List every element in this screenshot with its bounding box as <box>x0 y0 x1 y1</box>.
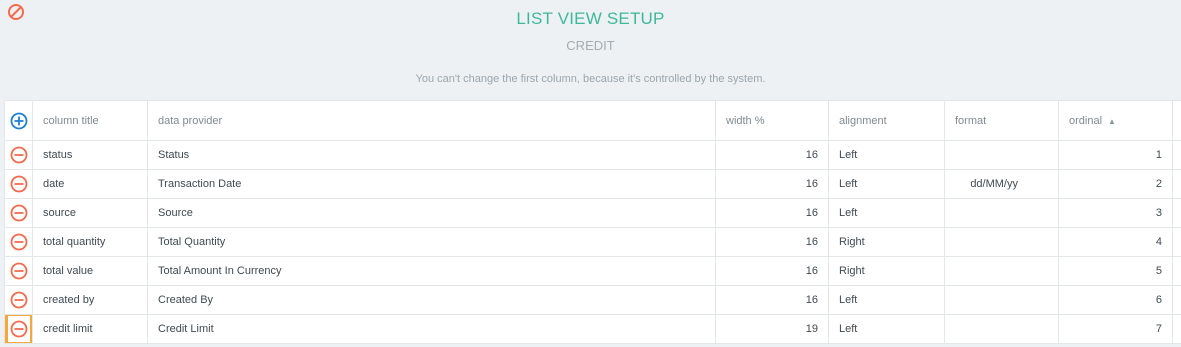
table-row: created by Created By 16 Left 6 <box>4 285 1181 315</box>
header-column-title[interactable]: column title <box>32 100 148 141</box>
cell-width[interactable]: 16 <box>715 140 829 170</box>
cell-alignment[interactable]: Left <box>828 140 945 170</box>
cell-alignment[interactable]: Left <box>828 169 945 199</box>
cell-column-title[interactable]: credit limit <box>32 314 148 344</box>
cell-ordinal[interactable]: 3 <box>1058 198 1173 228</box>
cell-alignment[interactable]: Right <box>828 227 945 257</box>
table-row: date Transaction Date 16 Left dd/MM/yy 2 <box>4 169 1181 199</box>
row-spacer <box>1172 285 1181 315</box>
page-subtitle: CREDIT <box>566 38 615 53</box>
header-alignment[interactable]: alignment <box>828 100 945 141</box>
cell-data-provider[interactable]: Source <box>147 198 716 228</box>
header-spacer <box>1172 100 1181 141</box>
table-row: source Source 16 Left 3 <box>4 198 1181 228</box>
info-text: You can't change the first column, becau… <box>415 73 766 85</box>
remove-row-button[interactable] <box>4 198 33 228</box>
cell-alignment[interactable]: Left <box>828 314 945 344</box>
cell-data-provider[interactable]: Total Quantity <box>147 227 716 257</box>
header-data-provider[interactable]: data provider <box>147 100 716 141</box>
plus-circle-icon[interactable] <box>9 111 29 131</box>
row-spacer <box>1172 256 1181 286</box>
cell-width[interactable]: 16 <box>715 169 829 199</box>
remove-row-button[interactable] <box>4 256 33 286</box>
remove-row-button[interactable] <box>4 169 33 199</box>
table-row: total quantity Total Quantity 16 Right 4 <box>4 227 1181 257</box>
cell-format[interactable] <box>944 198 1059 228</box>
cell-width[interactable]: 16 <box>715 198 829 228</box>
cell-data-provider[interactable]: Transaction Date <box>147 169 716 199</box>
cell-alignment[interactable]: Right <box>828 256 945 286</box>
cell-column-title[interactable]: total value <box>32 256 148 286</box>
cell-data-provider[interactable]: Total Amount In Currency <box>147 256 716 286</box>
row-spacer <box>1172 198 1181 228</box>
minus-circle-icon[interactable] <box>5 315 32 343</box>
table-header-row: column title data provider width % align… <box>4 100 1181 141</box>
cell-ordinal[interactable]: 7 <box>1058 314 1173 344</box>
cell-ordinal[interactable]: 2 <box>1058 169 1173 199</box>
table-row: total value Total Amount In Currency 16 Rig… <box>4 256 1181 286</box>
minus-circle-icon[interactable] <box>8 173 30 195</box>
header-ordinal-label: ordinal <box>1069 114 1103 127</box>
sort-ascending-icon[interactable]: ▲ <box>1108 117 1116 126</box>
cell-column-title[interactable]: created by <box>32 285 148 315</box>
cell-data-provider[interactable]: Created By <box>147 285 716 315</box>
table-row: credit limit Credit Limit 19 Left 7 <box>4 314 1181 344</box>
cell-format[interactable]: dd/MM/yy <box>944 169 1059 199</box>
cell-ordinal[interactable]: 1 <box>1058 140 1173 170</box>
row-spacer <box>1172 169 1181 199</box>
cell-alignment[interactable]: Left <box>828 198 945 228</box>
cell-data-provider[interactable]: Credit Limit <box>147 314 716 344</box>
minus-circle-icon[interactable] <box>8 260 30 282</box>
cell-width[interactable]: 16 <box>715 227 829 257</box>
cell-width[interactable]: 16 <box>715 256 829 286</box>
cell-column-title[interactable]: date <box>32 169 148 199</box>
minus-circle-icon[interactable] <box>8 144 30 166</box>
page-title: LIST VIEW SETUP <box>516 9 665 28</box>
cell-format[interactable] <box>944 227 1059 257</box>
cell-ordinal[interactable]: 5 <box>1058 256 1173 286</box>
row-spacer <box>1172 314 1181 344</box>
header-width[interactable]: width % <box>715 100 829 141</box>
cell-alignment[interactable]: Left <box>828 285 945 315</box>
cell-format[interactable] <box>944 314 1059 344</box>
cell-ordinal[interactable]: 6 <box>1058 285 1173 315</box>
cell-width[interactable]: 16 <box>715 285 829 315</box>
cell-ordinal[interactable]: 4 <box>1058 227 1173 257</box>
cell-column-title[interactable]: total quantity <box>32 227 148 257</box>
remove-row-button[interactable] <box>4 285 33 315</box>
cell-format[interactable] <box>944 285 1059 315</box>
add-column-button[interactable] <box>4 100 33 141</box>
cell-column-title[interactable]: source <box>32 198 148 228</box>
row-spacer <box>1172 140 1181 170</box>
cell-data-provider[interactable]: Status <box>147 140 716 170</box>
minus-circle-icon[interactable] <box>8 202 30 224</box>
remove-row-button[interactable] <box>4 314 33 344</box>
cell-width[interactable]: 19 <box>715 314 829 344</box>
cell-column-title[interactable]: status <box>32 140 148 170</box>
header-format[interactable]: format <box>944 100 1059 141</box>
cell-format[interactable] <box>944 256 1059 286</box>
minus-circle-icon[interactable] <box>8 289 30 311</box>
row-spacer <box>1172 227 1181 257</box>
header-ordinal[interactable]: ordinal ▲ <box>1058 100 1173 141</box>
remove-row-button[interactable] <box>4 227 33 257</box>
columns-table: column title data provider width % align… <box>4 100 1181 344</box>
table-row: status Status 16 Left 1 <box>4 140 1181 170</box>
cell-format[interactable] <box>944 140 1059 170</box>
remove-row-button[interactable] <box>4 140 33 170</box>
minus-circle-icon[interactable] <box>8 231 30 253</box>
